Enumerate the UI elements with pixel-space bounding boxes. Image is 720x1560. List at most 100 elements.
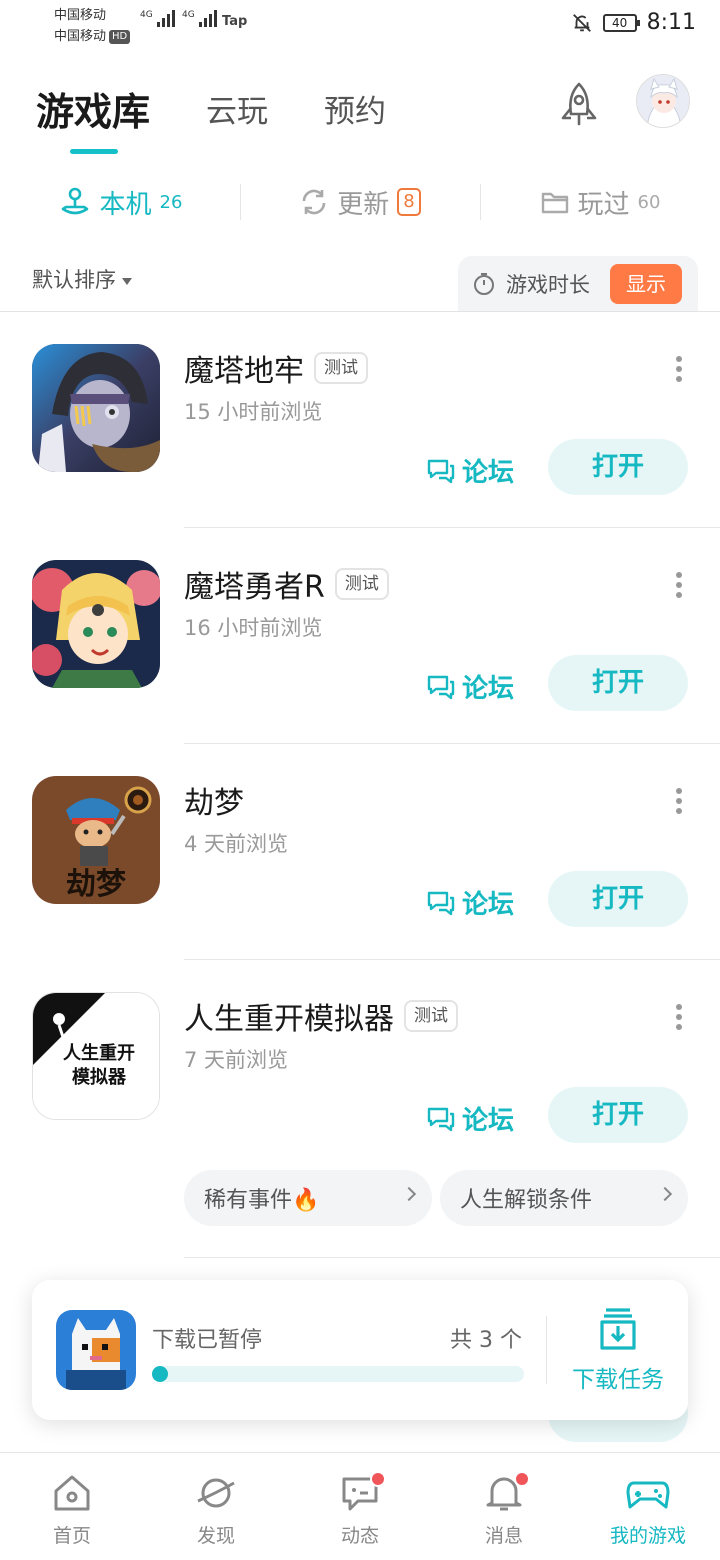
playtime-toggle[interactable]: 游戏时长 显示 <box>458 256 698 312</box>
signal-icon: 4G <box>140 10 175 27</box>
refresh-icon <box>302 189 326 215</box>
game-name: 人生重开模拟器 <box>184 1002 394 1037</box>
game-title: 魔塔勇者R 测试 <box>184 562 389 606</box>
chat-icon <box>427 459 455 483</box>
carrier-1: 中国移动 <box>54 8 107 23</box>
forum-button[interactable]: 论坛 <box>426 452 514 489</box>
carrier-info: 中国移动 中国移动 HD <box>54 5 131 47</box>
nav-my-games[interactable]: 我的游戏 <box>576 1453 720 1560</box>
nav-messages-label: 消息 <box>484 1525 523 1547</box>
open-button[interactable]: 打开 <box>548 655 688 711</box>
last-browsed: 16 小时前浏览 <box>184 616 323 640</box>
forum-button[interactable]: 论坛 <box>426 1100 514 1137</box>
subtab-updates-label: 更新 <box>337 189 390 220</box>
network-type-2: 4G <box>182 10 195 20</box>
game-icon[interactable]: 人生重开 模拟器 <box>32 992 160 1120</box>
game-title: 劫梦 <box>184 778 244 822</box>
game-icon[interactable]: 劫梦 <box>32 776 160 904</box>
download-tasks-button[interactable]: 下载任务 <box>568 1304 668 1394</box>
notification-dot <box>514 1471 530 1487</box>
tab-cloud-play[interactable]: 云玩 <box>206 86 268 131</box>
unlock-conditions-chip[interactable]: 人生解锁条件 <box>440 1170 688 1226</box>
open-button[interactable]: 打开 <box>548 871 688 927</box>
nav-home[interactable]: 首页 <box>0 1453 144 1560</box>
open-button[interactable]: 打开 <box>548 439 688 495</box>
download-game-icon <box>56 1310 136 1390</box>
top-tabs: 游戏库 云玩 预约 <box>36 78 442 154</box>
nav-home-label: 首页 <box>52 1525 91 1547</box>
show-playtime-button[interactable]: 显示 <box>610 264 682 304</box>
game-title: 人生重开模拟器 测试 <box>184 994 458 1038</box>
forum-button[interactable]: 论坛 <box>426 884 514 921</box>
divider <box>184 1257 720 1258</box>
forum-label: 论坛 <box>462 674 515 704</box>
subtab-updates[interactable]: 更新 8 <box>240 172 480 232</box>
clock: 8:11 <box>646 10 696 35</box>
game-name: 魔塔地牢 <box>184 354 304 389</box>
more-icon[interactable] <box>676 572 684 598</box>
download-card[interactable]: 下载已暂停 共 3 个 下载任务 <box>32 1280 688 1420</box>
status-right: 40 8:11 <box>571 10 696 35</box>
home-icon <box>54 1475 90 1511</box>
status-bar: 中国移动 中国移动 HD 4G 4G Tap 40 8:11 <box>0 0 720 50</box>
subtab-played[interactable]: 玩过 60 <box>480 172 720 232</box>
divider <box>0 311 720 312</box>
more-icon[interactable] <box>676 788 684 814</box>
open-button[interactable]: 打开 <box>548 1087 688 1143</box>
game-name: 魔塔勇者R <box>184 570 325 605</box>
notification-dot <box>370 1471 386 1487</box>
last-browsed: 4 天前浏览 <box>184 832 289 856</box>
tap-indicator: Tap <box>222 14 248 29</box>
sort-dropdown[interactable]: 默认排序 <box>32 264 132 294</box>
last-browsed: 7 天前浏览 <box>184 1048 289 1072</box>
caret-down-icon <box>122 277 132 285</box>
chip-label: 稀有事件🔥 <box>204 1188 320 1213</box>
more-icon[interactable] <box>676 1004 684 1030</box>
forum-label: 论坛 <box>462 458 515 488</box>
updates-count-badge: 8 <box>397 188 421 216</box>
sort-label: 默认排序 <box>32 268 116 292</box>
tab-game-library[interactable]: 游戏库 <box>36 81 150 154</box>
game-icon[interactable] <box>32 344 160 472</box>
carrier-2: 中国移动 <box>54 29 107 44</box>
game-icon[interactable] <box>32 560 160 688</box>
forum-label: 论坛 <box>462 1106 515 1136</box>
tab-reservations[interactable]: 预约 <box>324 86 386 131</box>
more-icon[interactable] <box>676 356 684 382</box>
game-name: 劫梦 <box>184 786 244 821</box>
chevron-right-icon <box>657 1186 673 1202</box>
rocket-icon[interactable] <box>554 80 604 130</box>
playtime-label: 游戏时长 <box>506 273 590 297</box>
gamepad-icon <box>626 1481 670 1509</box>
download-tray-icon <box>600 1308 636 1350</box>
download-progress-bar <box>152 1366 524 1382</box>
signal-icon: 4G <box>182 10 217 27</box>
rare-events-chip[interactable]: 稀有事件🔥 <box>184 1170 432 1226</box>
nav-messages[interactable]: 消息 <box>432 1453 576 1560</box>
download-tasks-label: 下载任务 <box>572 1367 664 1393</box>
bottom-nav: 首页 发现 动态 消息 我的游戏 <box>0 1452 720 1560</box>
last-browsed: 15 小时前浏览 <box>184 400 323 424</box>
network-type-1: 4G <box>140 10 153 20</box>
subtab-local-label: 本机 <box>99 189 152 220</box>
joystick-icon <box>61 187 88 215</box>
subtab-local[interactable]: 本机 26 <box>0 172 240 232</box>
divider <box>184 743 720 744</box>
forum-button[interactable]: 论坛 <box>426 668 514 705</box>
folder-icon <box>541 192 568 214</box>
nav-discover[interactable]: 发现 <box>144 1453 288 1560</box>
nav-my-games-label: 我的游戏 <box>609 1525 686 1547</box>
icon-lettering: 模拟器 <box>72 1066 127 1088</box>
chat-icon <box>427 1107 455 1131</box>
test-tag: 测试 <box>334 568 389 600</box>
subtab-played-label: 玩过 <box>577 189 630 220</box>
subtab-local-count: 26 <box>159 191 183 213</box>
avatar[interactable] <box>636 74 690 128</box>
icon-lettering: 劫梦 <box>66 867 126 902</box>
nav-feed[interactable]: 动态 <box>288 1453 432 1560</box>
divider <box>184 527 720 528</box>
hd-badge: HD <box>109 29 131 44</box>
divider <box>184 959 720 960</box>
download-progress-fill <box>152 1366 168 1382</box>
chip-label: 人生解锁条件 <box>460 1188 593 1213</box>
